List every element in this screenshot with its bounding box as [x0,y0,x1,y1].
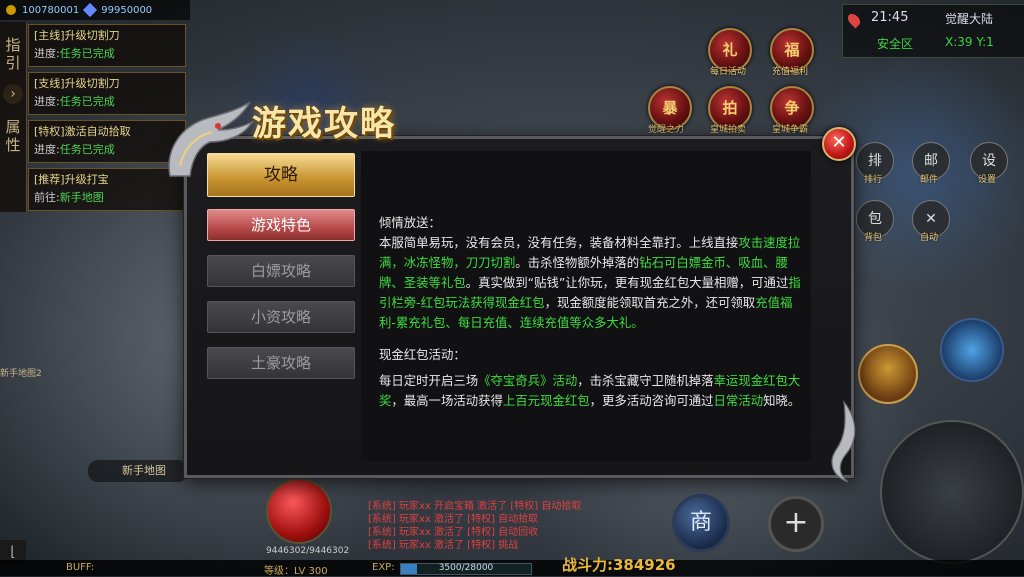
bag-label: 背包 [864,233,883,243]
quest-progress-label: 进度: [34,47,60,60]
skill-summon-button[interactable] [858,344,918,404]
tab-whale-guide[interactable]: 土豪攻略 [207,347,355,379]
exp-label: EXP: [372,562,395,573]
section2-body: 每日定时开启三场《夺宝奇兵》活动，击杀宝藏守卫随机掉落幸运现金红包大奖，最高一场… [379,373,801,408]
tab-game-features[interactable]: 游戏特色 [207,209,355,241]
map-name: 觉醒大陆 [945,12,994,26]
dragon-tail-ornament-icon [831,400,856,483]
collapse-arrow-icon[interactable]: › [3,84,23,104]
quest-title: [主线]升级切割刀 [34,29,120,42]
recharge-welfare-label: 充值福利 [772,67,809,77]
chat-line: [系统] 玩家xx 开启宝箱 激活了 [特权] 自动拾取 [368,501,582,512]
section1-heading: 倾情放送： [379,215,441,230]
exp-value: 3500/28000 [438,563,494,573]
strategy-dialog: 攻略 游戏特色 白嫖攻略 小资攻略 土豪攻略 倾情放送： 本服简单易玩，没有会员… [184,136,854,478]
quest-status: 任务已完成 [59,47,115,60]
bottom-status-bar: BUFF: 等级：LV 300 EXP: 3500/28000 战斗力:3849… [0,556,1024,577]
quest-title: [推荐]升级打宝 [34,173,109,186]
guide-tab-char-2[interactable]: 引 [4,54,22,72]
mail-label: 邮件 [920,175,939,185]
dragon-ornament-icon [168,101,254,177]
left-side-tabs: 指 引 › 属 性 [0,22,27,212]
gold-amount: 100780001 [22,4,80,16]
settings-label: 设置 [978,175,997,185]
quest-status: 任务已完成 [59,143,115,156]
tab-mid-spender-guide[interactable]: 小资攻略 [207,301,355,333]
chat-line: [系统] 玩家xx 激活了 [特权] 自动回收 [368,527,539,538]
quest-progress-label: 进度: [34,143,60,156]
hp-orb [266,478,332,544]
gold-icon [6,5,16,15]
quest-item[interactable]: [主线]升级切割刀 进度:任务已完成 [28,24,186,67]
buff-label: BUFF: [66,562,95,573]
chat-line: [系统] 玩家xx 激活了 [特权] 挑战 [368,540,519,551]
currency-bar: 100780001 99950000 [0,0,190,20]
attribute-tab-char-2[interactable]: 性 [4,136,22,154]
clock: 21:45 [871,10,909,25]
combat-power: 战斗力:384926 [562,556,676,574]
map-info-panel[interactable]: 21:45 觉醒大陆 安全区 X:39 Y:1 [842,4,1024,58]
level-label: 等级：LV 300 [264,566,328,577]
location-pin-icon [845,11,863,29]
shop-button[interactable]: 商 [672,494,730,552]
diamond-icon [83,2,98,18]
dialog-body: 攻略 游戏特色 白嫖攻略 小资攻略 土豪攻略 倾情放送： 本服简单易玩，没有会员… [187,139,851,475]
quest-status: 新手地图 [59,191,104,204]
section2-heading: 现金红包活动： [379,347,466,362]
player-name-label: 新手地图2 [0,369,42,379]
ranking-label: 排行 [864,175,883,185]
guide-tab-char-1[interactable]: 指 [4,36,22,54]
dialog-title: 游戏攻略 [252,104,396,144]
quest-status: 任务已完成 [59,95,115,108]
quest-progress-label: 前往: [34,191,60,204]
section1-body: 本服简单易玩，没有会员，没有任务，装备材料全靠打。上线直接攻击速度拉满，冰冻怪物… [379,235,801,330]
chat-log[interactable]: [系统] 玩家xx 开启宝箱 激活了 [特权] 自动拾取 [系统] 玩家xx 激… [368,500,608,552]
attribute-tab-char-1[interactable]: 属 [4,118,22,136]
attack-button[interactable] [880,420,1024,564]
auto-battle-label: 自动 [920,233,939,243]
safe-zone-label: 安全区 [877,37,914,51]
new-map-portal[interactable]: 新手地图 [88,460,188,482]
quest-progress-label: 进度: [34,95,60,108]
coordinates: X:39 Y:1 [945,35,994,49]
royal-auction-label: 皇城拍卖 [710,125,747,135]
exp-bar: 3500/28000 [400,563,532,575]
tab-free-player-guide[interactable]: 白嫖攻略 [207,255,355,287]
expand-menu-button[interactable]: + [768,496,824,552]
close-button[interactable]: ✕ [822,127,856,161]
quest-title: [特权]激活自动拾取 [34,125,131,138]
awaken-power-label: 觉醒之力 [648,125,685,135]
skill-slash-button[interactable] [940,318,1004,382]
hp-value: 9446302/9446302 [266,546,350,556]
quest-title: [支线]升级切割刀 [34,77,120,90]
royal-war-label: 皇城争霸 [772,125,809,135]
daily-activity-label: 每日活动 [710,67,747,77]
chat-line: [系统] 玩家xx 激活了 [特权] 自动拾取 [368,514,539,525]
diamond-amount: 99950000 [101,4,153,16]
